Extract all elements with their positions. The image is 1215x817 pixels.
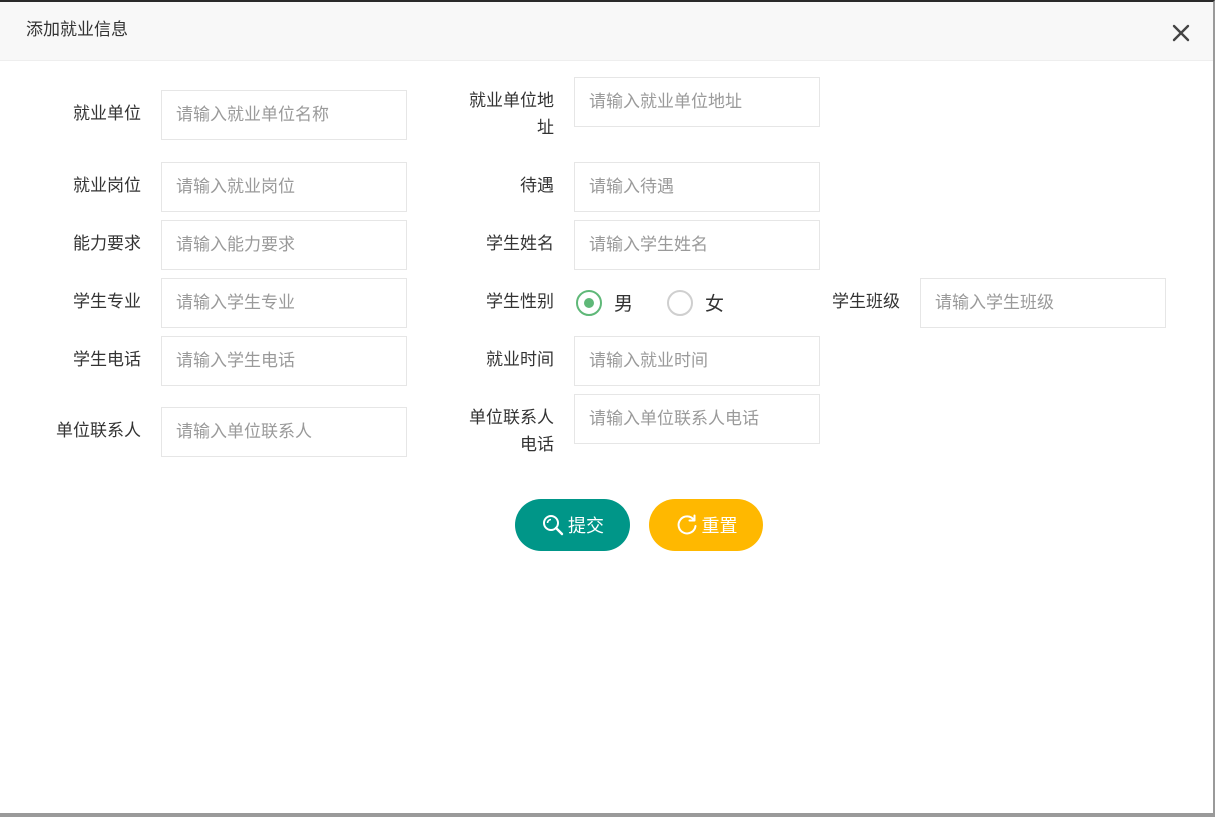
contact-phone-label-line2: 电话 <box>520 435 554 455</box>
gender-radio-male[interactable] <box>576 290 602 316</box>
company-address-input[interactable] <box>574 77 820 127</box>
company-label: 就业单位 <box>73 104 141 124</box>
requirements-label: 能力要求 <box>73 234 141 254</box>
major-input[interactable] <box>161 278 407 328</box>
employ-time-label: 就业时间 <box>486 350 554 370</box>
salary-input[interactable] <box>574 162 820 212</box>
gender-radio-female[interactable] <box>667 290 693 316</box>
contact-phone-label-line1: 单位联系人 <box>469 408 554 428</box>
refresh-icon <box>675 513 699 537</box>
company-address-label-line2: 址 <box>537 118 554 138</box>
gender-label: 学生性别 <box>486 292 554 312</box>
phone-input[interactable] <box>161 336 407 386</box>
student-name-input[interactable] <box>574 220 820 270</box>
salary-label: 待遇 <box>520 176 554 196</box>
submit-button[interactable]: 提交 <box>515 499 630 551</box>
position-label: 就业岗位 <box>73 176 141 196</box>
dialog-header: 添加就业信息 <box>0 2 1213 61</box>
employ-time-input[interactable] <box>574 336 820 386</box>
requirements-input[interactable] <box>161 220 407 270</box>
class-input[interactable] <box>920 278 1166 328</box>
class-label: 学生班级 <box>832 292 900 312</box>
major-label: 学生专业 <box>73 292 141 312</box>
company-address-label-line1: 就业单位地 <box>469 91 554 111</box>
gender-option-female-label: 女 <box>705 293 725 315</box>
contact-phone-input[interactable] <box>574 394 820 444</box>
dialog-window: 添加就业信息 就业单位 就业单位地 址 就业岗位 待遇 能力要求 学生姓名 学生… <box>0 0 1215 817</box>
student-name-label: 学生姓名 <box>486 234 554 254</box>
submit-button-label: 提交 <box>568 516 604 537</box>
phone-label: 学生电话 <box>73 350 141 370</box>
reset-button-label: 重置 <box>701 516 738 537</box>
company-input[interactable] <box>161 90 407 140</box>
position-input[interactable] <box>161 162 407 212</box>
dialog-title: 添加就业信息 <box>26 20 128 40</box>
search-icon <box>541 513 565 537</box>
reset-button[interactable]: 重置 <box>649 499 763 551</box>
gender-option-male-label: 男 <box>614 293 634 315</box>
contact-input[interactable] <box>161 407 407 457</box>
contact-label: 单位联系人 <box>56 421 141 441</box>
close-icon[interactable] <box>1170 22 1192 44</box>
